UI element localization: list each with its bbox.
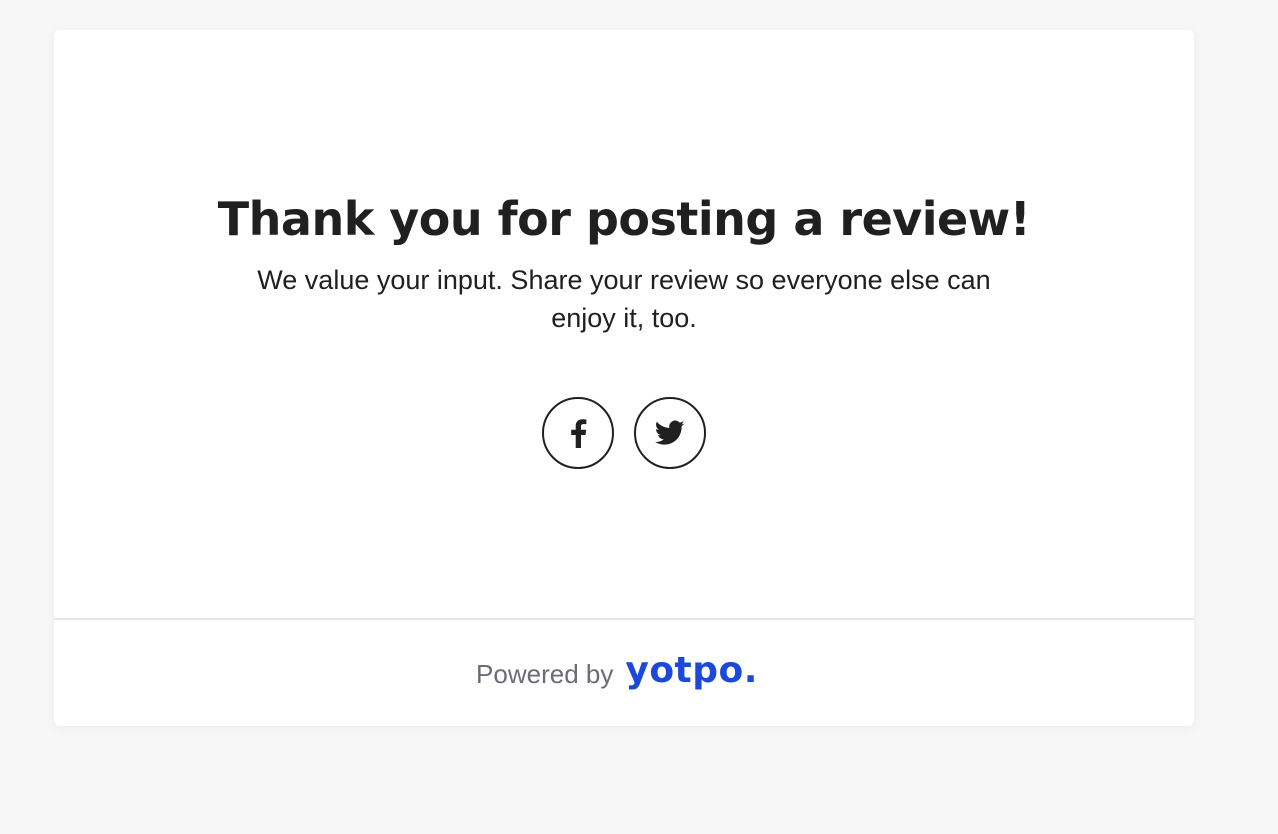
facebook-share-button[interactable] (542, 397, 614, 469)
yotpo-logo[interactable]: yotpo. (625, 651, 758, 691)
page-subtitle: We value your input. Share your review s… (257, 265, 991, 333)
twitter-icon (655, 420, 685, 446)
facebook-icon (568, 418, 588, 448)
card-content: Thank you for posting a review! We value… (54, 30, 1194, 618)
twitter-share-button[interactable] (634, 397, 706, 469)
footer: Powered by yotpo. (54, 620, 1194, 726)
confirmation-card: Thank you for posting a review! We value… (54, 30, 1194, 726)
share-buttons (542, 397, 706, 469)
page-title: Thank you for posting a review! (217, 192, 1031, 246)
powered-by-label: Powered by (476, 659, 614, 689)
